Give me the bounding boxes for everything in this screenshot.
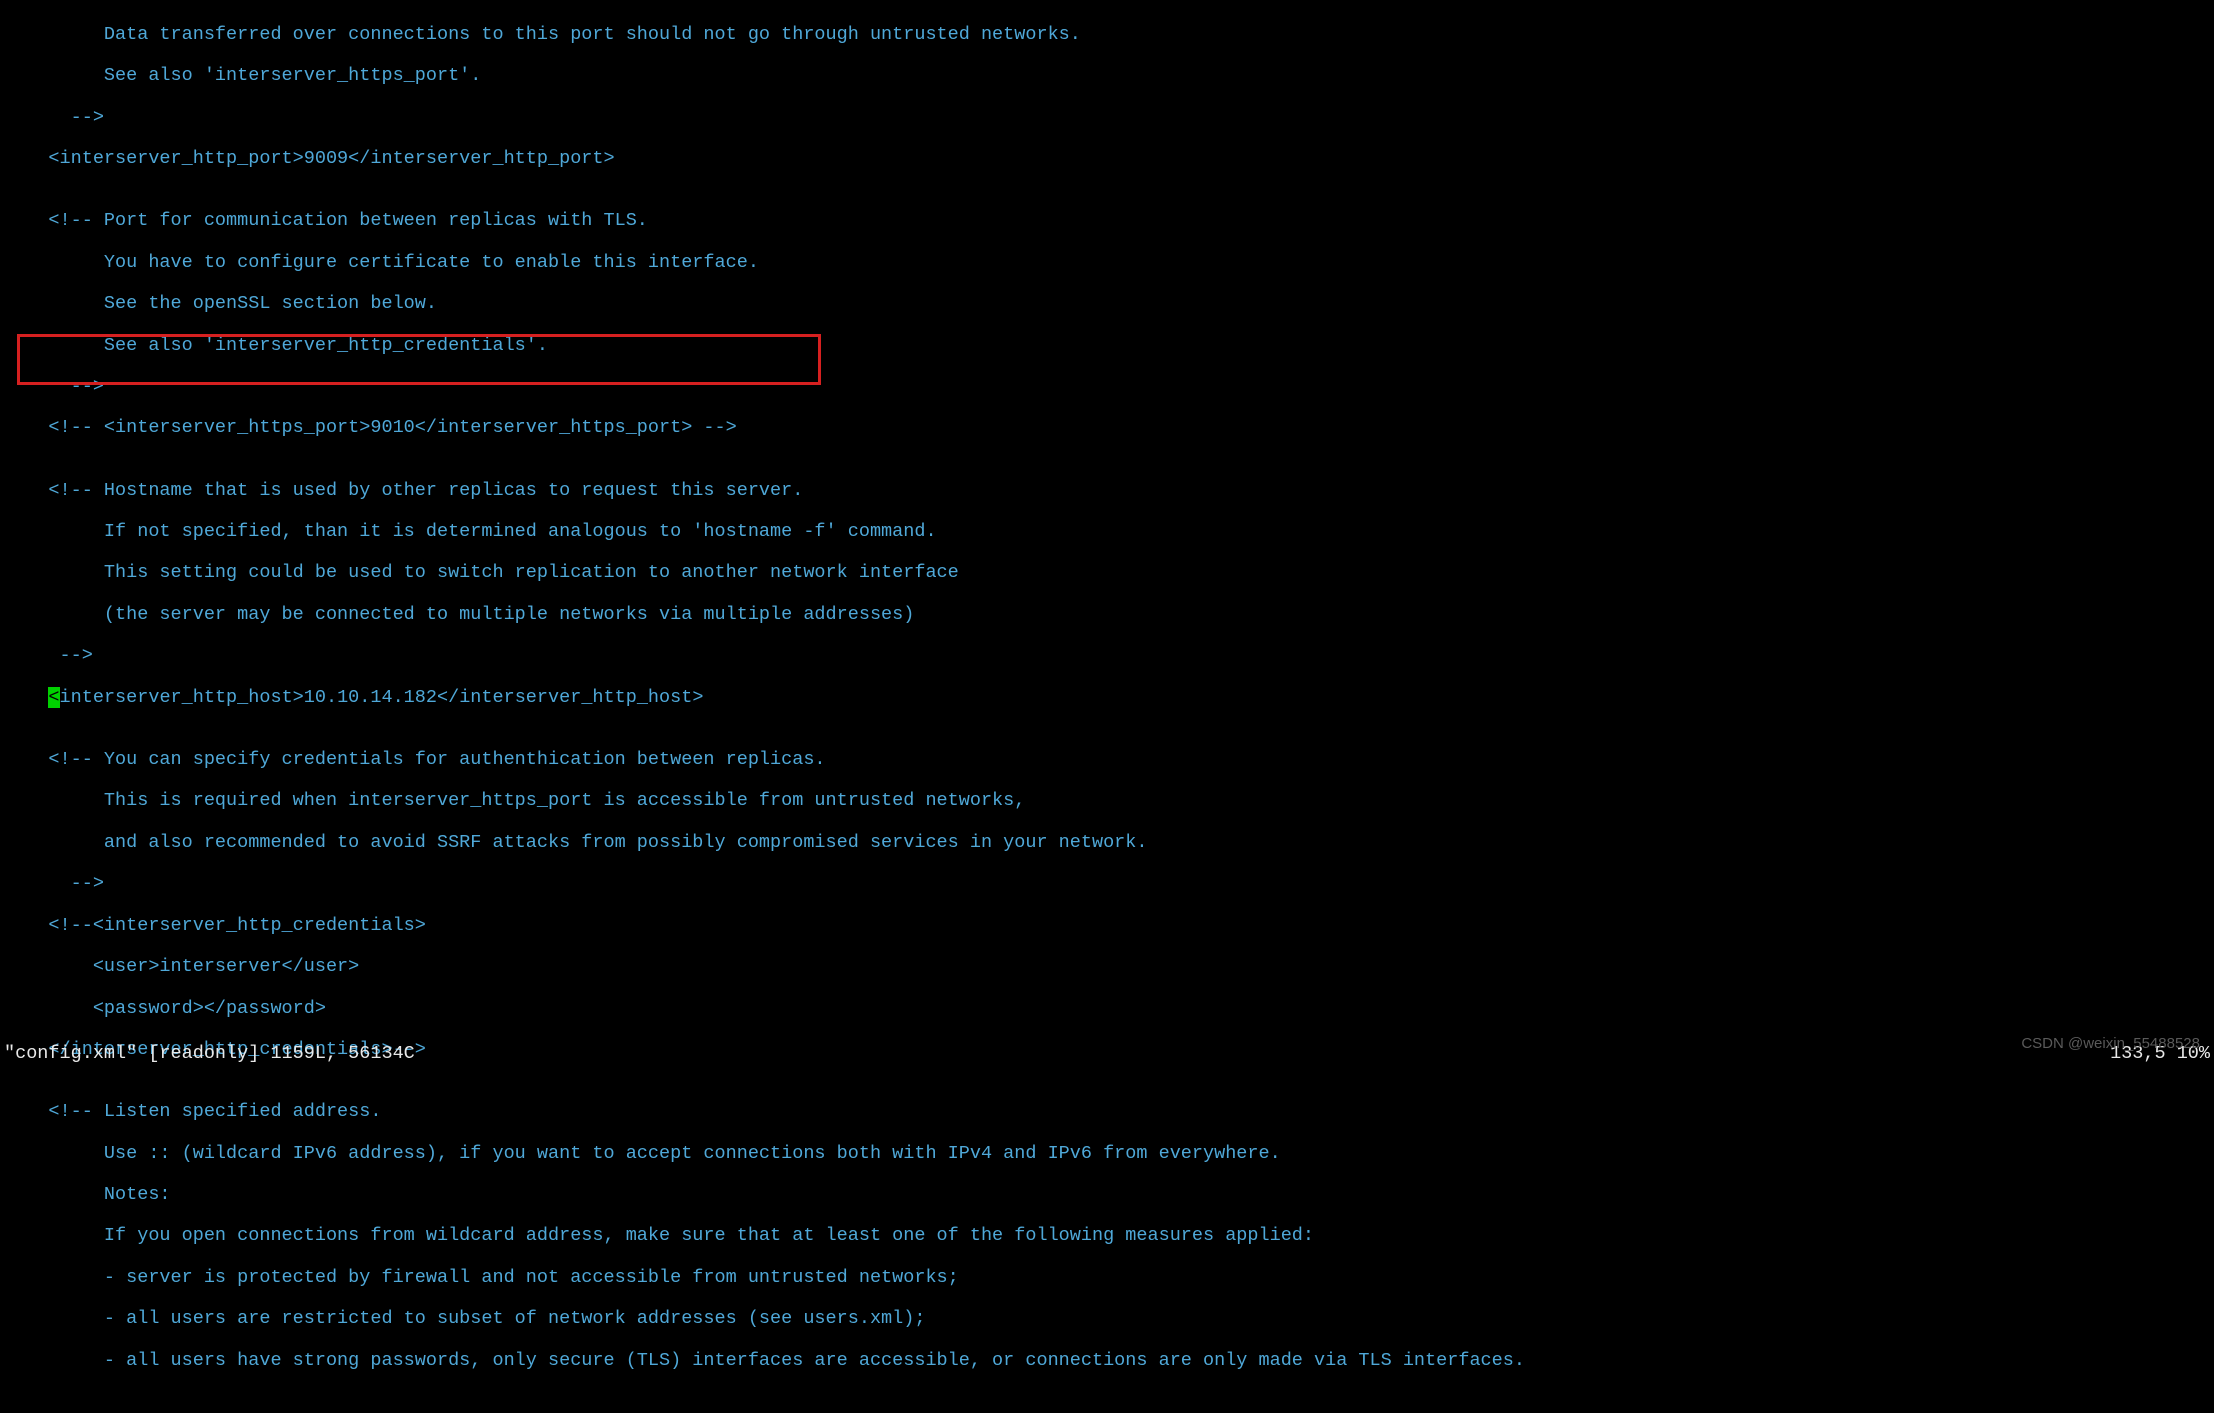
code-line: - server is protected by firewall and no… <box>4 1268 2210 1289</box>
code-line: <!-- Port for communication between repl… <box>4 211 2210 232</box>
code-line: <password></password> <box>4 999 2210 1020</box>
code-line: <interserver_http_port>9009</interserver… <box>4 149 2210 170</box>
code-line-cursor: <interserver_http_host>10.10.14.182</int… <box>4 688 2210 709</box>
code-line: - all users have strong passwords, only … <box>4 1351 2210 1372</box>
code-line: --> <box>4 874 2210 895</box>
code-line: --> <box>4 108 2210 129</box>
code-line: Use :: (wildcard IPv6 address), if you w… <box>4 1144 2210 1165</box>
code-line: <!-- <interserver_https_port>9010</inter… <box>4 418 2210 439</box>
code-line: <!-- Listen specified address. <box>4 1102 2210 1123</box>
code-line: You have to configure certificate to ena… <box>4 253 2210 274</box>
tag-content: interserver_http_host>10.10.14.182</inte… <box>60 687 704 708</box>
code-line: (the server may be connected to multiple… <box>4 605 2210 626</box>
code-line: See also 'interserver_https_port'. <box>4 66 2210 87</box>
terminal-editor[interactable]: Data transferred over connections to thi… <box>0 0 2214 1413</box>
indent <box>4 687 48 708</box>
code-line: Data transferred over connections to thi… <box>4 25 2210 46</box>
code-line: <!-- You can specify credentials for aut… <box>4 750 2210 771</box>
code-line: - all users are restricted to subset of … <box>4 1309 2210 1330</box>
code-line: <user>interserver</user> <box>4 957 2210 978</box>
watermark: CSDN @weixin_55488528 <box>2021 1036 2200 1053</box>
code-line: This setting could be used to switch rep… <box>4 563 2210 584</box>
file-status: "config.xml" [readonly] 1159L, 56134C <box>4 1044 415 1065</box>
code-line: Notes: <box>4 1185 2210 1206</box>
code-line: This is required when interserver_https_… <box>4 791 2210 812</box>
code-line: --> <box>4 377 2210 398</box>
code-line: --> <box>4 646 2210 667</box>
code-line: See also 'interserver_http_credentials'. <box>4 336 2210 357</box>
code-line: and also recommended to avoid SSRF attac… <box>4 833 2210 854</box>
vim-status-bar: "config.xml" [readonly] 1159L, 56134C 13… <box>0 1042 2214 1067</box>
code-line: If you open connections from wildcard ad… <box>4 1226 2210 1247</box>
code-line: <!-- Hostname that is used by other repl… <box>4 481 2210 502</box>
code-line: See the openSSL section below. <box>4 294 2210 315</box>
cursor: < <box>48 687 59 708</box>
code-line: <!--<interserver_http_credentials> <box>4 916 2210 937</box>
code-line: If not specified, than it is determined … <box>4 522 2210 543</box>
